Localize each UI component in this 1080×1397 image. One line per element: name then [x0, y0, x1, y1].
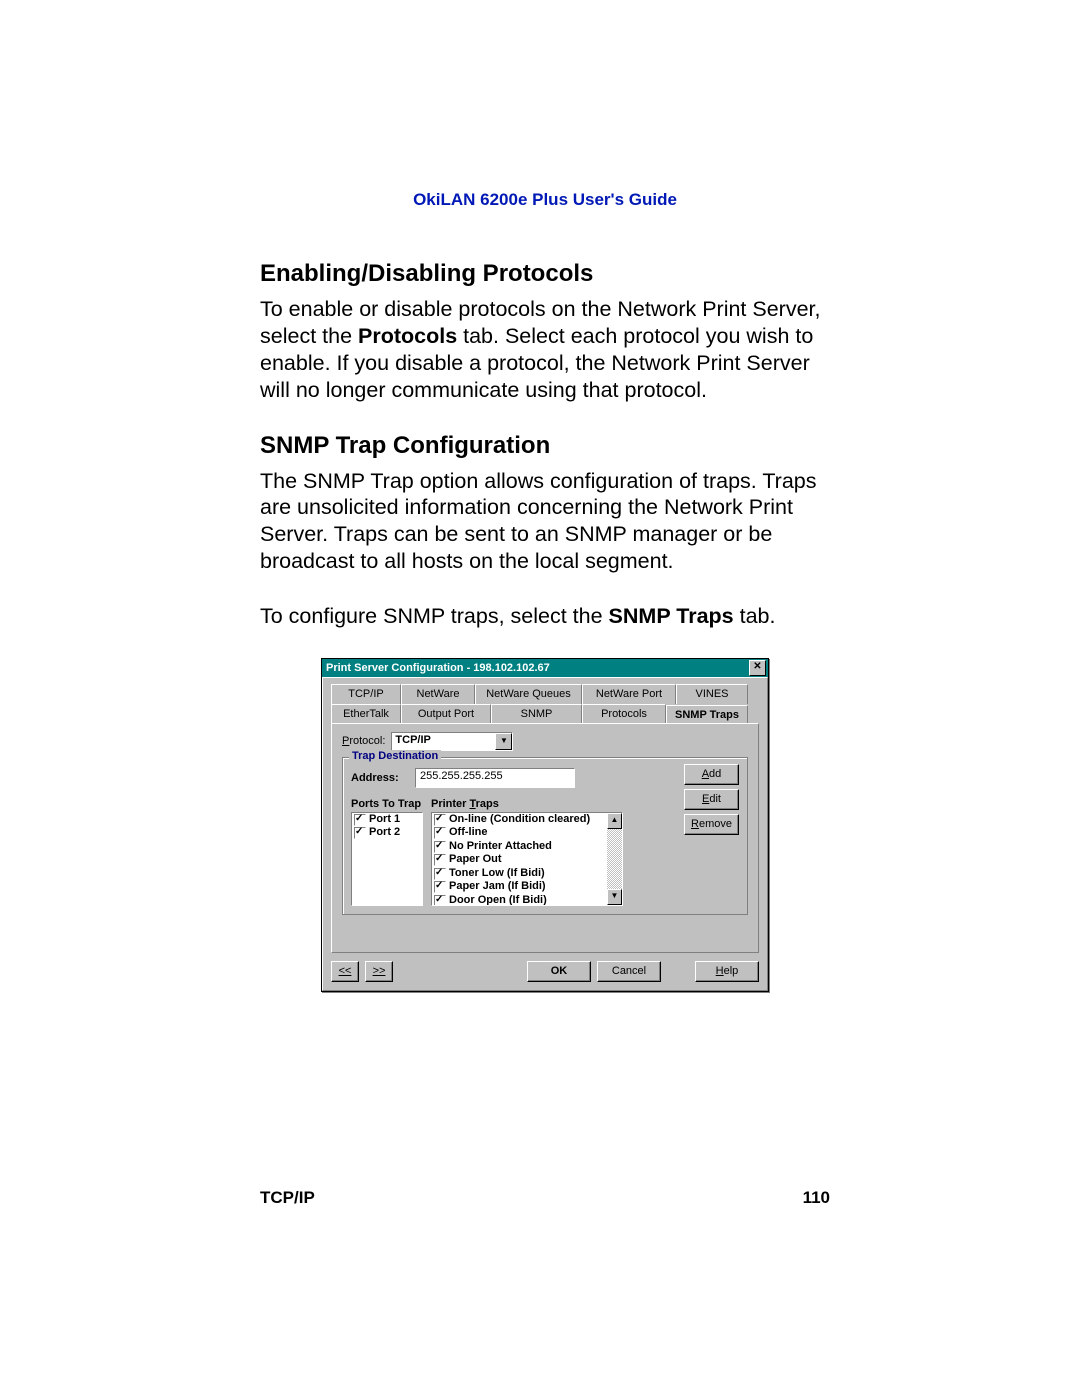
tab-tcpip[interactable]: TCP/IP — [331, 684, 401, 704]
group-title: Trap Destination — [349, 750, 441, 762]
protocol-dropdown[interactable]: TCP/IP ▼ — [391, 732, 513, 751]
scroll-track[interactable] — [607, 829, 622, 889]
list-item[interactable]: Paper Jam (If Bidi) — [432, 880, 607, 894]
trap-label: Paper Jam (If Bidi) — [449, 880, 546, 894]
address-label: Address: — [351, 772, 401, 784]
checkbox-icon[interactable] — [434, 854, 446, 866]
prev-button[interactable]: << — [331, 961, 359, 982]
dialog-title: Print Server Configuration - 198.102.102… — [326, 662, 550, 674]
chevron-down-icon[interactable]: ▼ — [495, 733, 512, 750]
ok-button[interactable]: OK — [527, 961, 591, 982]
paragraph-snmp-1: The SNMP Trap option allows configuratio… — [260, 468, 830, 576]
tab-panel: Protocol: TCP/IP ▼ Trap Destination Addr… — [331, 723, 759, 953]
heading-protocols: Enabling/Disabling Protocols — [260, 260, 830, 288]
add-button[interactable]: Add — [684, 764, 739, 785]
text: To configure SNMP traps, select the — [260, 604, 609, 628]
printer-traps-label: Printer Traps — [431, 798, 623, 810]
footer-section: TCP/IP — [260, 1188, 315, 1208]
checkbox-icon[interactable] — [434, 868, 446, 880]
tab-netware-queues[interactable]: NetWare Queues — [475, 684, 582, 704]
ports-listbox[interactable]: Port 1 Port 2 — [351, 812, 423, 906]
list-item[interactable]: Toner Low (If Bidi) — [432, 867, 607, 881]
list-item[interactable]: No Printer Attached — [432, 840, 607, 854]
tab-netware-port[interactable]: NetWare Port — [582, 684, 676, 704]
paragraph-snmp-2: To configure SNMP traps, select the SNMP… — [260, 603, 830, 630]
checkbox-icon[interactable] — [354, 827, 366, 839]
tab-row-2: EtherTalk Output Port SNMP Protocols SNM… — [331, 704, 759, 724]
checkbox-icon[interactable] — [434, 895, 446, 905]
scroll-up-icon[interactable]: ▲ — [607, 813, 622, 829]
trap-destination-group: Trap Destination Address: 255.255.255.25… — [342, 757, 748, 915]
page-footer: TCP/IP 110 — [260, 1188, 830, 1208]
list-item[interactable]: Paper Out — [432, 853, 607, 867]
scrollbar[interactable]: ▲ ▼ — [607, 813, 622, 905]
tab-ethertalk[interactable]: EtherTalk — [331, 704, 401, 724]
tab-netware[interactable]: NetWare — [401, 684, 475, 704]
printer-traps-listbox[interactable]: On-line (Condition cleared) Off-line No … — [431, 812, 623, 906]
next-button[interactable]: >> — [365, 961, 393, 982]
port-label: Port 2 — [369, 826, 400, 840]
protocol-label: Protocol: — [342, 735, 385, 747]
checkbox-icon[interactable] — [434, 841, 446, 853]
checkbox-icon[interactable] — [434, 814, 446, 826]
guide-title: OkiLAN 6200e Plus User's Guide — [260, 190, 830, 210]
trap-label: Door Open (If Bidi) — [449, 894, 547, 905]
trap-label: No Printer Attached — [449, 840, 552, 854]
trap-label: Off-line — [449, 826, 488, 840]
dialog-titlebar: Print Server Configuration - 198.102.102… — [322, 659, 768, 677]
scroll-down-icon[interactable]: ▼ — [607, 889, 622, 905]
tab-vines[interactable]: VINES — [676, 684, 748, 704]
list-item[interactable]: Port 2 — [352, 826, 422, 840]
text: tab. — [734, 604, 776, 628]
paragraph-protocols: To enable or disable protocols on the Ne… — [260, 296, 830, 404]
cancel-button[interactable]: Cancel — [597, 961, 661, 982]
address-input[interactable]: 255.255.255.255 — [415, 768, 575, 788]
checkbox-icon[interactable] — [434, 881, 446, 893]
bold-snmp-traps: SNMP Traps — [609, 604, 734, 628]
tab-snmp-traps[interactable]: SNMP Traps — [666, 705, 748, 725]
bold-protocols: Protocols — [358, 324, 457, 348]
list-item[interactable]: Port 1 — [352, 813, 422, 827]
ports-to-trap-label: Ports To Trap — [351, 798, 423, 810]
trap-label: Paper Out — [449, 853, 502, 867]
list-item[interactable]: Off-line — [432, 826, 607, 840]
list-item[interactable]: Door Open (If Bidi) — [432, 894, 607, 905]
help-button[interactable]: Help — [695, 961, 759, 982]
checkbox-icon[interactable] — [434, 827, 446, 839]
checkbox-icon[interactable] — [354, 814, 366, 826]
tab-output-port[interactable]: Output Port — [401, 704, 491, 724]
dialog-print-server-config: Print Server Configuration - 198.102.102… — [321, 658, 769, 992]
tab-snmp[interactable]: SNMP — [491, 704, 582, 724]
close-icon[interactable]: ✕ — [749, 660, 766, 676]
footer-page-number: 110 — [803, 1188, 830, 1208]
dialog-bottom-bar: << >> OK Cancel Help — [331, 961, 759, 982]
tab-protocols[interactable]: Protocols — [582, 704, 666, 724]
tab-row-1: TCP/IP NetWare NetWare Queues NetWare Po… — [331, 684, 759, 704]
edit-button[interactable]: Edit — [684, 789, 739, 810]
list-item[interactable]: On-line (Condition cleared) — [432, 813, 607, 827]
trap-label: Toner Low (If Bidi) — [449, 867, 545, 881]
port-label: Port 1 — [369, 813, 400, 827]
heading-snmp: SNMP Trap Configuration — [260, 432, 830, 460]
remove-button[interactable]: Remove — [684, 814, 739, 835]
protocol-value: TCP/IP — [392, 733, 495, 750]
trap-label: On-line (Condition cleared) — [449, 813, 590, 827]
